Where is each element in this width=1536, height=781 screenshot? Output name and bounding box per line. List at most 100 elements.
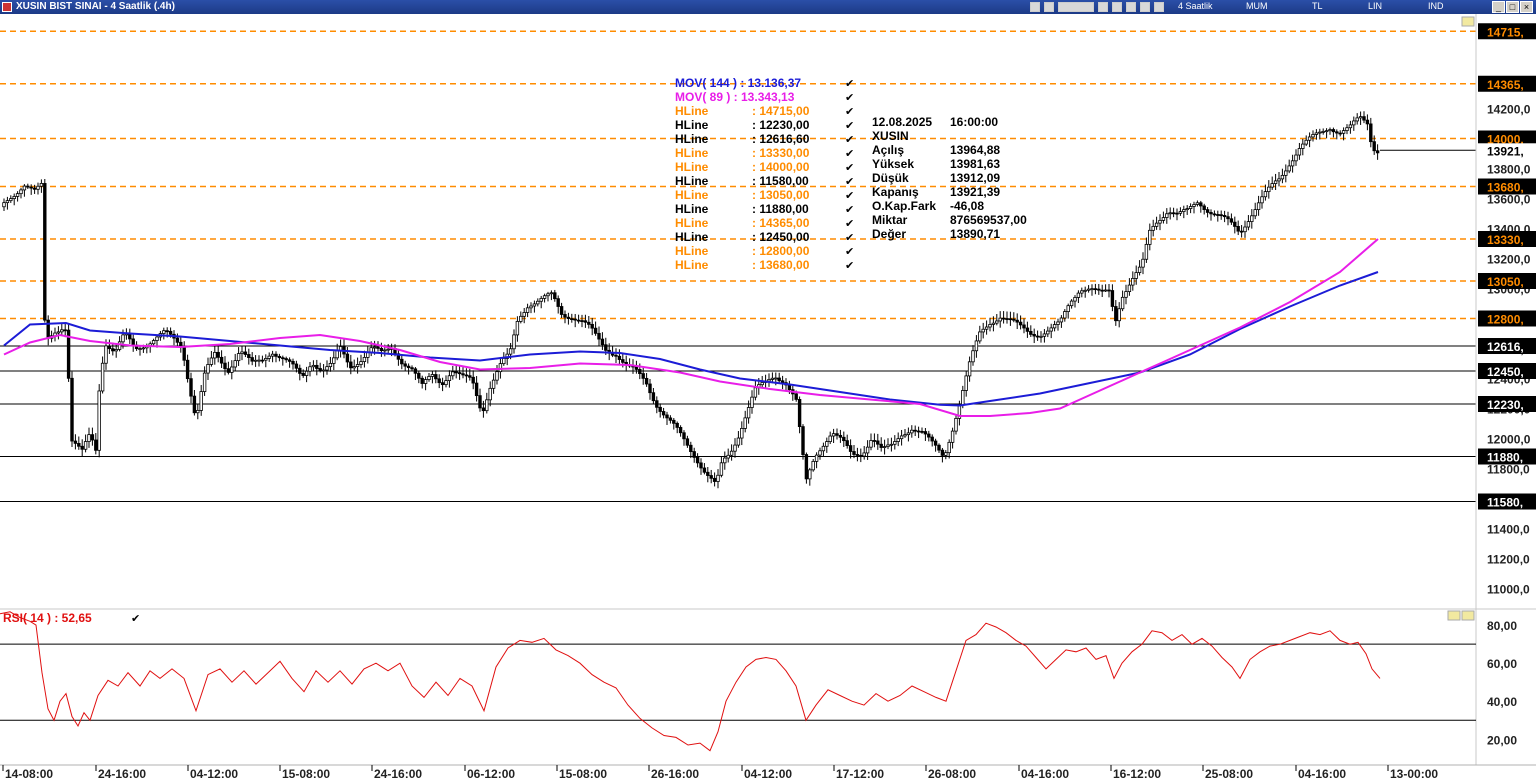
tool-icon[interactable] [1140,2,1150,12]
legend-check-icon: ✔ [845,204,854,216]
candle-body [1226,216,1230,220]
candle-body [617,355,622,360]
candle-body [879,443,883,448]
candle-body [1046,330,1050,335]
tool-icon[interactable] [1098,2,1108,12]
candle-body [36,185,40,190]
toolbar-indicator[interactable]: IND [1428,1,1444,11]
candle-body [43,183,47,321]
candle-body [852,451,856,455]
candle-body [1365,119,1370,125]
candle-body [638,369,642,374]
candle-body [706,471,710,476]
candle-body [1083,289,1087,292]
legend-hline-label: HLine [675,258,709,272]
candle-body [1103,289,1108,292]
candle-body [111,348,115,352]
candle-body [682,432,686,440]
candle-body [1263,191,1268,198]
candle-body [461,373,465,376]
candle-body [984,326,989,330]
minimize-button[interactable]: _ [1492,1,1505,13]
candle-body [1100,289,1104,292]
candle-body [90,434,95,441]
legend-hline-value: : 11580,00 [752,174,809,188]
candle-body [281,357,285,360]
tool-icon[interactable] [1112,2,1122,12]
candle-body [590,323,594,329]
candle-body [621,359,625,363]
rsi-label: RSI( 14 ) : 52,65 [3,611,92,625]
candle-body [491,379,496,389]
candle-body [1022,324,1026,329]
candle-body [321,369,326,372]
legend-hline-label: HLine [675,104,709,118]
legend-hline-label: HLine [675,230,709,244]
close-button[interactable]: × [1520,1,1533,13]
candle-body [1345,127,1349,131]
candle-body [386,348,390,351]
info-value: 16:00:00 [950,115,998,129]
maximize-button[interactable]: □ [1506,1,1519,13]
candle-body [859,454,863,457]
candle-body [940,449,945,456]
tool-icon[interactable] [1058,2,1094,12]
toolbar-chart-type[interactable]: MUM [1246,1,1268,11]
candle-body [1260,196,1264,204]
candle-body [73,440,78,444]
candle-body [1192,204,1196,207]
candle-body [315,364,319,369]
legend-hline-label: HLine [675,174,709,188]
tool-icon[interactable] [1154,2,1164,12]
candle-body [63,329,67,332]
tool-icon[interactable] [1126,2,1136,12]
candle-body [1352,120,1356,126]
candle-body [1280,174,1285,180]
legend-hline-value: : 12800,00 [752,244,810,258]
candle-body [753,387,758,398]
candle-body [583,320,588,323]
candle-body [192,395,197,414]
candle-body [559,306,564,315]
hline-tag-label: 12616, [1487,340,1524,354]
candle-body [1015,319,1019,323]
candle-body [729,450,734,456]
candle-body [253,359,258,362]
candle-body [1318,131,1322,134]
tool-icon[interactable] [1030,2,1040,12]
candle-body [1328,129,1332,132]
hline-tag-label: 13680, [1487,181,1524,195]
info-label: Düşük [872,171,909,185]
legend-hline-value: : 13330,00 [752,146,810,160]
candle-body [427,376,431,380]
toolbar-period[interactable]: 4 Saatlik [1178,1,1213,11]
candle-body [1137,266,1142,273]
hline-tag-label: 14365, [1487,78,1524,92]
candle-body [355,364,360,367]
candle-body [56,331,61,334]
window-menu-icon[interactable] [2,2,12,12]
candle-body [1097,288,1101,291]
candle-body [808,469,812,480]
panel-button-icon [1447,610,1461,621]
toolbar-scale[interactable]: LIN [1368,1,1382,11]
candle-body [471,376,475,384]
candle-body [563,314,567,318]
legend-check-icon: ✔ [845,92,854,104]
toolbar-currency[interactable]: TL [1312,1,1323,11]
y-tick-label: 13200,0 [1487,253,1531,267]
candle-body [661,411,666,416]
candle-body [927,433,931,438]
tool-icon[interactable] [1044,2,1054,12]
legend-hline-value: : 11880,00 [752,202,809,216]
candle-body [678,427,683,434]
candle-body [668,417,673,421]
ohlc-info-box: 12.08.2025 16:00:00 XUSINAçılış 13964,88 Yük… [872,115,1027,241]
candle-body [372,346,377,349]
chart-area[interactable]: 14200,014000,013800,013600,013400,013200… [0,14,1536,781]
candle-body [311,364,316,368]
legend-check-icon: ✔ [845,148,854,160]
candle-body [1154,222,1159,227]
candle-body [257,359,261,362]
candle-body [746,407,751,419]
